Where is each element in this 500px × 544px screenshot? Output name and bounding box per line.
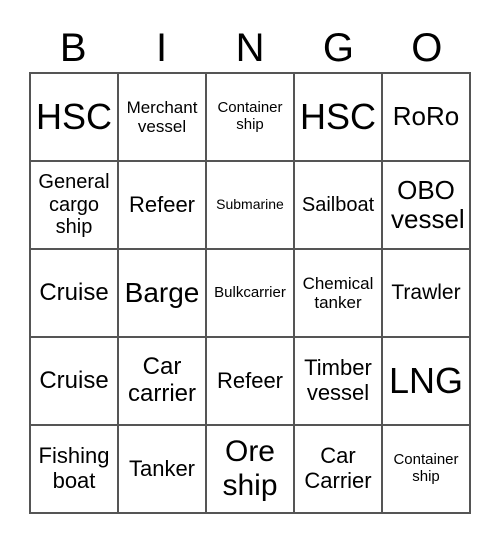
bingo-cell[interactable]: Sailboat — [294, 161, 382, 249]
cell-label: Bulkcarrier — [214, 283, 286, 301]
cell-label: RoRo — [392, 101, 460, 132]
bingo-cell[interactable]: Timber vessel — [294, 337, 382, 425]
cell-label: Car carrier — [127, 353, 196, 407]
bingo-cell[interactable]: Submarine — [206, 161, 294, 249]
cell-label: HSC — [299, 95, 376, 137]
cell-label: Refeer — [216, 367, 284, 393]
bingo-cell[interactable]: Refeer — [118, 161, 206, 249]
bingo-cell[interactable]: Trawler — [382, 249, 470, 337]
bingo-cell[interactable]: Chemical tanker — [294, 249, 382, 337]
cell-label: Fishing boat — [38, 443, 110, 493]
cell-label: Chemical tanker — [302, 273, 374, 312]
bingo-header: B I N G O — [29, 22, 471, 74]
bingo-cell[interactable]: Container ship — [206, 73, 294, 161]
cell-label: Cruise — [39, 366, 109, 394]
bingo-cell[interactable]: Container ship — [382, 425, 470, 513]
bingo-cell[interactable]: Barge — [118, 249, 206, 337]
bingo-cell[interactable]: Car carrier — [118, 337, 206, 425]
cell-label: HSC — [35, 95, 112, 137]
header-letter: O — [411, 26, 443, 70]
cell-label: Submarine — [216, 196, 284, 213]
cell-label: Barge — [124, 277, 200, 309]
header-letter: G — [322, 26, 354, 70]
cell-label: Sailboat — [301, 193, 375, 216]
header-letter: N — [235, 26, 265, 70]
bingo-cell[interactable]: HSC — [30, 73, 118, 161]
cell-label: OBO vessel — [391, 174, 465, 234]
cell-label: General cargo ship — [38, 171, 110, 239]
cell-label: Container ship — [217, 99, 283, 133]
bingo-cell[interactable]: Tanker — [118, 425, 206, 513]
cell-label: Container ship — [393, 451, 459, 485]
cell-label: Refeer — [128, 191, 196, 217]
bingo-cell[interactable]: Bulkcarrier — [206, 249, 294, 337]
bingo-cell[interactable]: Fishing boat — [30, 425, 118, 513]
cell-label: Ore ship — [222, 435, 278, 502]
bingo-cell[interactable]: Ore ship — [206, 425, 294, 513]
bingo-cell[interactable]: LNG — [382, 337, 470, 425]
bingo-cell[interactable]: Car Carrier — [294, 425, 382, 513]
cell-label: Timber vessel — [304, 355, 372, 405]
header-letter: B — [59, 26, 87, 70]
cell-label: Trawler — [391, 281, 461, 305]
bingo-cell[interactable]: OBO vessel — [382, 161, 470, 249]
bingo-cell[interactable]: Refeer — [206, 337, 294, 425]
header-letter: I — [156, 26, 168, 70]
cell-label: Cruise — [39, 278, 109, 306]
cell-label: Merchant vessel — [126, 97, 198, 136]
bingo-cell[interactable]: RoRo — [382, 73, 470, 161]
bingo-cell[interactable]: Cruise — [30, 337, 118, 425]
bingo-cell[interactable]: Cruise — [30, 249, 118, 337]
cell-label: Car Carrier — [304, 443, 372, 493]
bingo-cell[interactable]: HSC — [294, 73, 382, 161]
bingo-grid: HSC Merchant vessel Container ship HSC RoRo G… — [29, 72, 471, 514]
cell-label: LNG — [388, 359, 464, 401]
cell-label: Tanker — [128, 455, 196, 481]
bingo-cell[interactable]: Merchant vessel — [118, 73, 206, 161]
bingo-cell[interactable]: General cargo ship — [30, 161, 118, 249]
